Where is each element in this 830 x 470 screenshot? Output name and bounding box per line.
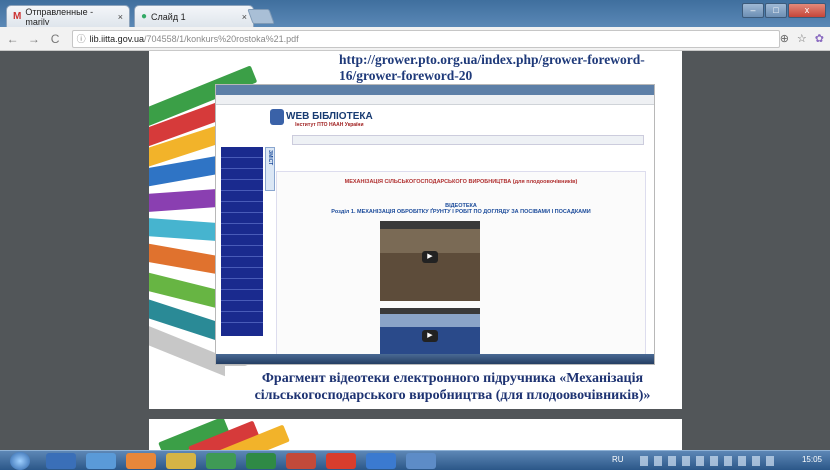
embedded-taskbar xyxy=(216,354,654,364)
tab-label: Отправленные - marilv xyxy=(25,6,94,27)
pdf-viewer: http://grower.pto.org.ua/index.php/growe… xyxy=(0,51,830,450)
gmail-icon: M xyxy=(13,11,22,22)
source-link[interactable]: http://grower.pto.org.ua/index.php/growe… xyxy=(339,52,659,84)
person-icon: ● xyxy=(141,11,148,22)
folder-icon[interactable] xyxy=(166,453,196,469)
close-icon[interactable]: × xyxy=(118,12,123,22)
ie-icon[interactable] xyxy=(86,453,116,469)
embedded-website-screenshot: WEB БІБЛІОТЕКА Інститут ПТО НААН України… xyxy=(215,84,655,365)
contents-tab-label: ЗМІСТ xyxy=(267,150,273,166)
powerpoint-icon[interactable] xyxy=(286,453,316,469)
tab-label: Слайд 1 xyxy=(151,11,186,22)
minimize-button[interactable]: – xyxy=(742,3,764,18)
new-tab-button[interactable] xyxy=(247,9,275,24)
institute-logo-icon xyxy=(270,109,284,125)
site-sidebar xyxy=(221,147,263,336)
browser-tab-strip: M Отправленные - marilv × ● Слайд 1 × – … xyxy=(0,0,830,27)
video-player-1[interactable]: ▶ xyxy=(380,221,480,301)
star-icon[interactable]: ☆ xyxy=(797,32,807,45)
site-menu xyxy=(292,135,644,145)
maximize-button[interactable]: □ xyxy=(765,3,787,18)
reload-icon[interactable]: C xyxy=(46,30,63,48)
url-path: /704558/1/konkurs%20rostoka%21.pdf xyxy=(144,33,299,44)
pdf-page-2 xyxy=(149,419,682,450)
slide-caption: Фрагмент відеотеки електронного підручни… xyxy=(225,366,680,408)
site-brand-title: WEB БІБЛІОТЕКА xyxy=(286,111,373,122)
media-player-icon[interactable] xyxy=(126,453,156,469)
close-icon[interactable]: × xyxy=(242,12,247,22)
extension-icon[interactable]: ✿ xyxy=(815,32,824,45)
info-icon: ⓘ xyxy=(76,34,86,44)
start-button[interactable] xyxy=(10,452,30,470)
window-controls: – □ x xyxy=(742,3,826,18)
forward-icon[interactable]: → xyxy=(25,30,42,48)
address-bar[interactable]: ⓘ lib.iitta.gov.ua/704558/1/konkurs%20ro… xyxy=(71,29,780,48)
site-brand-sub: Інститут ПТО НААН України xyxy=(295,122,364,128)
explorer-icon[interactable] xyxy=(46,453,76,469)
url-host: lib.iitta.gov.ua xyxy=(89,33,145,44)
close-window-button[interactable]: x xyxy=(788,3,826,18)
site-brand: WEB БІБЛІОТЕКА Інститут ПТО НААН України xyxy=(286,111,373,128)
pdf-page: http://grower.pto.org.ua/index.php/growe… xyxy=(149,51,682,409)
tab-slide-1[interactable]: ● Слайд 1 × xyxy=(134,5,254,27)
chrome-icon[interactable] xyxy=(366,453,396,469)
language-indicator[interactable]: RU xyxy=(612,455,624,464)
play-icon[interactable]: ▶ xyxy=(422,330,438,342)
video-player-2[interactable]: ▶ xyxy=(380,308,480,356)
tray-icons xyxy=(640,456,780,466)
tab-gmail-sent[interactable]: M Отправленные - marilv × xyxy=(6,5,130,27)
contents-tab: ЗМІСТ xyxy=(265,147,275,191)
excel-icon[interactable] xyxy=(246,453,276,469)
section-subtitle: Розділ 1. МЕХАНІЗАЦІЯ ОБРОБІТКУ ҐРУНТУ І… xyxy=(331,209,591,215)
windows-taskbar: RU 15:05 xyxy=(0,450,830,470)
opera-icon[interactable] xyxy=(326,453,356,469)
zoom-icon[interactable]: ⊕ xyxy=(780,32,789,45)
play-icon[interactable]: ▶ xyxy=(422,251,438,263)
clock[interactable]: 15:05 xyxy=(802,455,822,464)
back-icon[interactable]: ← xyxy=(4,30,21,48)
browser-toolbar: ← → C ⓘ lib.iitta.gov.ua/704558/1/konkur… xyxy=(0,27,830,51)
word-icon[interactable] xyxy=(406,453,436,469)
site-section-title: ВІДЕОТЕКА Розділ 1. МЕХАНІЗАЦІЯ ОБРОБІТК… xyxy=(280,203,642,215)
app-icon[interactable] xyxy=(206,453,236,469)
site-heading: МЕХАНІЗАЦІЯ СІЛЬСЬКОГОСПОДАРСЬКОГО ВИРОБ… xyxy=(344,179,578,185)
